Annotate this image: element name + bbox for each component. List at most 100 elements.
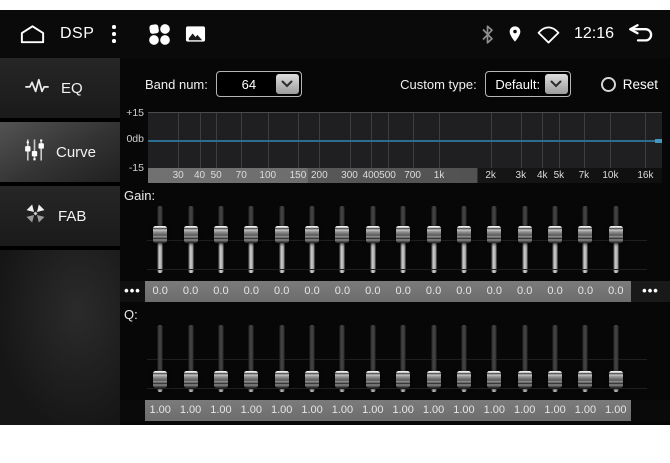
slider-thumb[interactable] [609,226,623,243]
band-slider[interactable] [479,204,509,278]
band-value: 0.0 [418,281,448,302]
band-slider[interactable] [145,204,175,278]
band-slider[interactable] [267,204,297,278]
band-slider[interactable] [358,204,388,278]
band-value: 1.00 [145,400,175,421]
custom-type-dropdown[interactable]: Default: [485,71,571,97]
band-value: 1.00 [601,400,631,421]
slider-thumb[interactable] [396,371,410,388]
band-slider[interactable] [358,323,388,397]
freq-tick-label: 1k [434,168,445,183]
band-slider[interactable] [175,204,205,278]
band-num-dropdown[interactable]: 64 [216,71,302,97]
band-slider[interactable] [601,204,631,278]
freq-tick-label: 2k [485,168,496,183]
band-slider[interactable] [449,323,479,397]
gain-page-right-button[interactable]: ••• [631,281,670,302]
band-slider[interactable] [267,323,297,397]
gallery-icon[interactable] [185,25,206,43]
slider-thumb[interactable] [578,226,592,243]
apps-clover-icon[interactable] [146,21,173,48]
slider-thumb[interactable] [335,226,349,243]
chevron-down-icon[interactable] [276,74,299,94]
slider-thumb[interactable] [548,371,562,388]
y-axis-label: +15 [126,107,144,119]
band-slider[interactable] [510,323,540,397]
freq-tick-label: 70 [236,168,247,183]
band-slider[interactable] [570,204,600,278]
band-slider[interactable] [388,323,418,397]
slider-thumb[interactable] [548,226,562,243]
band-value: 0.0 [570,281,600,302]
slider-thumb[interactable] [487,226,501,243]
band-value: 1.00 [297,400,327,421]
band-slider[interactable] [570,323,600,397]
slider-thumb[interactable] [153,371,167,388]
sidebar-item-eq[interactable]: EQ [0,58,120,118]
band-value: 1.00 [358,400,388,421]
curve-plot-area[interactable] [148,112,662,168]
band-slider[interactable] [540,204,570,278]
band-slider[interactable] [327,323,357,397]
slider-thumb[interactable] [244,226,258,243]
slider-thumb[interactable] [153,226,167,243]
sidebar-item-curve[interactable]: Curve [0,122,120,182]
head-unit-screen: DSP 12:16 [0,10,670,425]
slider-thumb[interactable] [396,226,410,243]
band-slider[interactable] [449,204,479,278]
slider-thumb[interactable] [366,371,380,388]
band-slider[interactable] [510,204,540,278]
slider-thumb[interactable] [214,371,228,388]
slider-thumb[interactable] [518,371,532,388]
slider-thumb[interactable] [244,371,258,388]
slider-thumb[interactable] [184,226,198,243]
band-slider[interactable] [327,204,357,278]
band-slider[interactable] [175,323,205,397]
reset-radio-icon[interactable] [601,77,616,92]
band-slider[interactable] [206,323,236,397]
slider-thumb[interactable] [275,226,289,243]
band-slider[interactable] [297,204,327,278]
chevron-down-icon[interactable] [545,74,568,94]
band-slider[interactable] [236,323,266,397]
q-values-row: 1.001.001.001.001.001.001.001.001.001.00… [120,400,670,421]
slider-thumb[interactable] [214,226,228,243]
curve-handle[interactable] [655,139,662,143]
slider-thumb[interactable] [275,371,289,388]
band-slider[interactable] [206,204,236,278]
zero-db-line [148,140,662,142]
band-slider[interactable] [297,323,327,397]
overflow-menu-icon[interactable] [108,21,120,47]
slider-thumb[interactable] [335,371,349,388]
slider-thumb[interactable] [305,371,319,388]
slider-thumb[interactable] [487,371,501,388]
sidebar-item-fab[interactable]: FAB [0,186,120,246]
band-slider[interactable] [418,204,448,278]
slider-thumb[interactable] [427,371,441,388]
gain-value-strip: 0.00.00.00.00.00.00.00.00.00.00.00.00.00… [145,281,631,302]
band-slider[interactable] [236,204,266,278]
band-slider[interactable] [145,323,175,397]
band-slider[interactable] [418,323,448,397]
band-slider[interactable] [540,323,570,397]
slider-thumb[interactable] [457,371,471,388]
slider-thumb[interactable] [184,371,198,388]
slider-thumb[interactable] [518,226,532,243]
location-icon [507,24,523,44]
reset-control[interactable]: Reset [601,77,658,92]
slider-thumb[interactable] [457,226,471,243]
slider-thumb[interactable] [609,371,623,388]
back-icon[interactable] [627,24,656,45]
band-value: 0.0 [297,281,327,302]
gain-page-left-button[interactable]: ••• [120,281,145,302]
slider-thumb[interactable] [366,226,380,243]
band-value: 1.00 [267,400,297,421]
slider-thumb[interactable] [427,226,441,243]
home-icon[interactable] [18,23,47,45]
slider-thumb[interactable] [578,371,592,388]
band-slider[interactable] [479,323,509,397]
slider-thumb[interactable] [305,226,319,243]
band-value: 1.00 [175,400,205,421]
band-slider[interactable] [388,204,418,278]
band-slider[interactable] [601,323,631,397]
